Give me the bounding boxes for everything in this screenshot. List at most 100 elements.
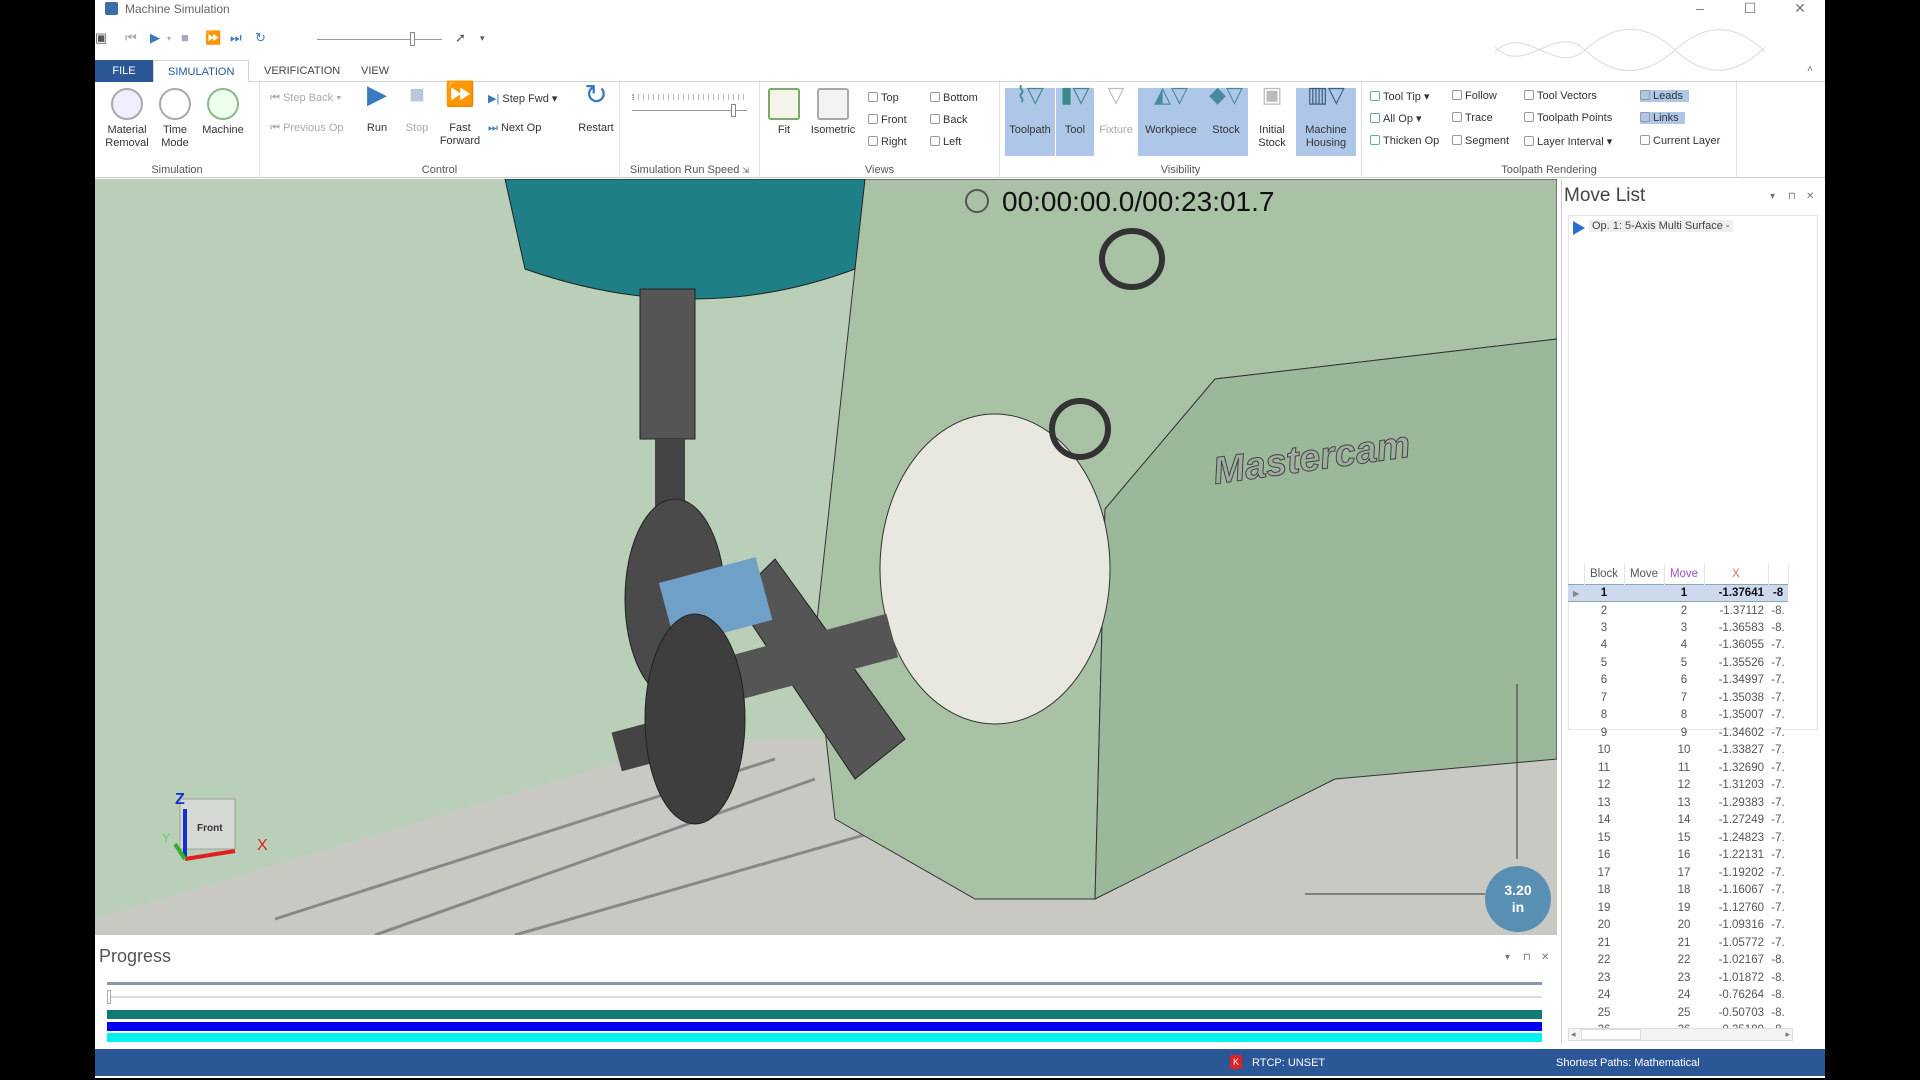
follow-button[interactable]: Follow bbox=[1452, 90, 1497, 102]
tab-file[interactable]: FILE bbox=[95, 60, 153, 82]
restart-icon[interactable]: ↻ bbox=[255, 30, 266, 46]
fixture-toggle[interactable]: ▽ Fixture bbox=[1096, 84, 1136, 156]
pin-icon[interactable]: ⊓ bbox=[1788, 191, 1796, 202]
stop-icon[interactable]: ■ bbox=[181, 30, 189, 45]
layer-interval-button[interactable]: Layer Interval ▾ bbox=[1524, 135, 1612, 148]
rtcp-status[interactable]: RTCP: UNSET bbox=[1252, 1057, 1325, 1069]
step-fwd-button[interactable]: ▶| Step Fwd ▾ bbox=[488, 92, 557, 105]
play-dropdown-icon[interactable]: ▾ bbox=[167, 34, 171, 43]
table-row[interactable]: 15 15 -1.24823 -7. bbox=[1568, 829, 1788, 847]
current-layer-button[interactable]: Current Layer bbox=[1640, 135, 1720, 147]
column-header[interactable]: Block bbox=[1584, 564, 1625, 584]
initial-stock-toggle[interactable]: ▣ Initial Stock bbox=[1250, 84, 1294, 156]
bottom-view-button[interactable]: Bottom bbox=[930, 92, 978, 104]
thicken-op-button[interactable]: Thicken Op bbox=[1370, 135, 1439, 147]
right-view-button[interactable]: Right bbox=[868, 136, 907, 148]
play-icon[interactable]: ▶ bbox=[150, 30, 160, 46]
segment-button[interactable]: Segment bbox=[1452, 135, 1509, 147]
close-panel-icon[interactable]: ✕ bbox=[1541, 952, 1549, 963]
table-row[interactable]: 6 6 -1.34997 -7. bbox=[1568, 672, 1788, 690]
operation-item[interactable]: Op. 1: 5-Axis Multi Surface - bbox=[1589, 220, 1733, 232]
rewind-icon[interactable]: ⏮ bbox=[125, 30, 137, 46]
table-row[interactable]: 12 12 -1.31203 -7. bbox=[1568, 777, 1788, 795]
pin-icon[interactable]: ⊓ bbox=[1523, 952, 1531, 963]
toolpath-points-button[interactable]: Toolpath Points bbox=[1524, 112, 1612, 124]
run-speed-thumb[interactable] bbox=[731, 104, 736, 117]
table-row[interactable]: 4 4 -1.36055 -7. bbox=[1568, 637, 1788, 655]
tab-simulation[interactable]: SIMULATION bbox=[153, 60, 250, 82]
table-row[interactable]: 17 17 -1.19202 -7. bbox=[1568, 864, 1788, 882]
fast-forward-button[interactable]: ⏩ Fast Forward bbox=[438, 83, 482, 148]
table-row[interactable]: 21 21 -1.05772 -7. bbox=[1568, 934, 1788, 952]
column-header[interactable]: X bbox=[1704, 564, 1769, 584]
progress-slider[interactable] bbox=[107, 996, 1542, 998]
table-row[interactable]: 14 14 -1.27249 -7. bbox=[1568, 812, 1788, 830]
back-view-button[interactable]: Back bbox=[930, 114, 967, 126]
table-row[interactable]: 8 8 -1.35007 -7. bbox=[1568, 707, 1788, 725]
panel-dropdown-icon[interactable]: ▾ bbox=[1770, 191, 1775, 202]
customize-qat-icon[interactable]: ▾ bbox=[480, 33, 485, 44]
previous-op-button[interactable]: ⏮ Previous Op bbox=[270, 122, 344, 135]
horizontal-scrollbar[interactable]: ◂ ▸ bbox=[1568, 1028, 1793, 1041]
column-header[interactable]: Move bbox=[1624, 564, 1665, 584]
table-row[interactable]: 25 25 -0.50703 -8. bbox=[1568, 1004, 1788, 1022]
isometric-button[interactable]: Isometric bbox=[805, 88, 861, 137]
speed-slider-thumb[interactable] bbox=[410, 32, 415, 46]
column-header[interactable]: Move bbox=[1664, 564, 1705, 584]
table-row[interactable]: ▸ 1 1 -1.37641 -8 bbox=[1568, 583, 1788, 602]
panel-dropdown-icon[interactable]: ▾ bbox=[1505, 952, 1510, 963]
step-back-button[interactable]: ⏮ Step Back ▾ bbox=[270, 92, 342, 105]
skip-end-icon[interactable]: ⏭ bbox=[230, 30, 242, 46]
fast-forward-icon[interactable]: ⏩ bbox=[205, 30, 221, 46]
collapse-ribbon-icon[interactable]: ˄ bbox=[1807, 64, 1813, 75]
table-row[interactable]: 9 9 -1.34602 -7. bbox=[1568, 724, 1788, 742]
shortest-paths-status[interactable]: Shortest Paths: Mathematical bbox=[1556, 1057, 1700, 1069]
simulation-viewport[interactable]: Mastercam Front Z X Y 00:00:00.0/00:23:0… bbox=[95, 179, 1557, 935]
speed-slider-track[interactable] bbox=[317, 39, 442, 40]
links-toggle[interactable]: Links bbox=[1640, 112, 1685, 124]
pointer-icon[interactable]: ➚ bbox=[455, 30, 466, 46]
tool-vectors-button[interactable]: Tool Vectors bbox=[1524, 90, 1597, 102]
close-button[interactable]: ✕ bbox=[1785, 0, 1815, 17]
table-row[interactable]: 23 23 -1.01872 -8. bbox=[1568, 969, 1788, 987]
table-row[interactable]: 10 10 -1.33827 -7. bbox=[1568, 742, 1788, 760]
left-view-button[interactable]: Left bbox=[930, 136, 961, 148]
machine-button[interactable]: Machine bbox=[199, 88, 247, 137]
next-op-button[interactable]: ⏭ Next Op bbox=[488, 122, 541, 135]
tab-verification[interactable]: VERIFICATION bbox=[250, 60, 354, 82]
table-row[interactable]: 20 20 -1.09316 -7. bbox=[1568, 917, 1788, 935]
restart-button[interactable]: ↻ Restart bbox=[575, 81, 617, 135]
tool-tip-button[interactable]: Tool Tip ▾ bbox=[1370, 90, 1430, 103]
table-row[interactable]: 5 5 -1.35526 -7. bbox=[1568, 654, 1788, 672]
toolpath-toggle[interactable]: ⌇▽ Toolpath bbox=[1005, 84, 1055, 156]
stock-toggle[interactable]: ◆▽ Stock bbox=[1204, 84, 1248, 156]
minimize-button[interactable]: – bbox=[1685, 0, 1715, 16]
table-row[interactable]: 7 7 -1.35038 -7. bbox=[1568, 689, 1788, 707]
table-row[interactable]: 3 3 -1.36583 -8. bbox=[1568, 619, 1788, 637]
trace-button[interactable]: Trace bbox=[1452, 112, 1493, 124]
material-removal-button[interactable]: Material Removal bbox=[103, 88, 151, 150]
stop-button[interactable]: ■ Stop bbox=[400, 81, 434, 135]
save-icon[interactable]: ▣ bbox=[95, 30, 107, 46]
progress-slider-thumb[interactable] bbox=[107, 990, 111, 1004]
table-row[interactable]: 2 2 -1.37112 -8. bbox=[1568, 602, 1788, 620]
table-row[interactable]: 19 19 -1.12760 -7. bbox=[1568, 899, 1788, 917]
table-row[interactable]: 22 22 -1.02167 -8. bbox=[1568, 952, 1788, 970]
workpiece-toggle[interactable]: ◭▽ Workpiece bbox=[1138, 84, 1204, 156]
table-row[interactable]: 18 18 -1.16067 -7. bbox=[1568, 882, 1788, 900]
run-speed-slider[interactable] bbox=[632, 110, 747, 111]
leads-toggle[interactable]: Leads bbox=[1640, 90, 1689, 102]
tool-toggle[interactable]: ▮▽ Tool bbox=[1056, 84, 1094, 156]
table-row[interactable]: 16 16 -1.22131 -7. bbox=[1568, 847, 1788, 865]
front-view-button[interactable]: Front bbox=[868, 114, 907, 126]
fit-button[interactable]: Fit bbox=[766, 88, 802, 137]
table-row[interactable]: 11 11 -1.32690 -7. bbox=[1568, 759, 1788, 777]
all-op-button[interactable]: All Op ▾ bbox=[1370, 112, 1422, 125]
table-row[interactable]: 13 13 -1.29383 -7. bbox=[1568, 794, 1788, 812]
table-row[interactable]: 24 24 -0.76264 -8. bbox=[1568, 987, 1788, 1005]
close-panel-icon[interactable]: ✕ bbox=[1806, 191, 1814, 202]
time-mode-button[interactable]: Time Mode bbox=[153, 88, 197, 150]
run-button[interactable]: ▶ Run bbox=[360, 81, 394, 135]
maximize-button[interactable]: ☐ bbox=[1735, 0, 1765, 17]
machine-housing-toggle[interactable]: ▥▽ Machine Housing bbox=[1296, 84, 1356, 156]
